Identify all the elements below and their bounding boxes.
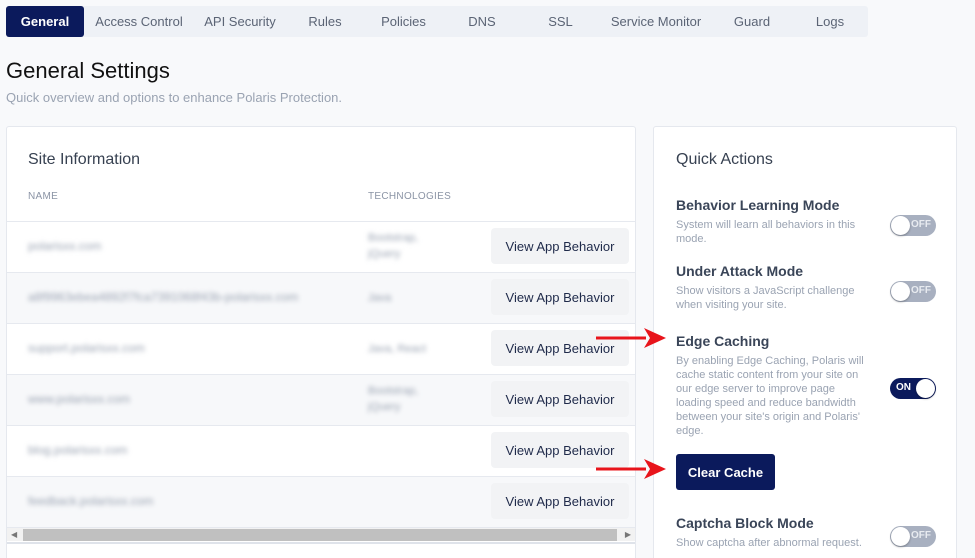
toggle-knob — [916, 379, 935, 398]
toggle-knob — [891, 282, 910, 301]
view-app-behavior-button[interactable]: View App Behavior — [491, 483, 629, 519]
setting-name: Behavior Learning Mode — [676, 197, 840, 213]
table-row: www.polarisxx.com Bootstrap, jQuery View… — [7, 374, 635, 425]
toggle-state-label: OFF — [911, 530, 931, 541]
quick-actions-card: Quick Actions Behavior Learning Mode Sys… — [653, 126, 957, 558]
tab-general[interactable]: General — [6, 6, 84, 37]
table-row: polarisxx.com Bootstrap, jQuery View App… — [7, 221, 635, 272]
tab-policies[interactable]: Policies — [364, 6, 443, 37]
setting-description: Show captcha after abnormal request. — [676, 537, 862, 549]
tab-dns[interactable]: DNS — [443, 6, 521, 37]
tab-guard[interactable]: Guard — [712, 6, 792, 37]
horizontal-scrollbar[interactable]: ◀ ▶ — [7, 527, 635, 541]
setting-description: By enabling Edge Caching, Polaris will c… — [676, 355, 864, 437]
site-name: polarisxx.com — [28, 239, 102, 253]
site-technologies: Bootstrap, jQuery — [368, 385, 419, 413]
page-subtitle: Quick overview and options to enhance Po… — [6, 90, 343, 105]
toggle-state-label: OFF — [911, 285, 931, 296]
toggle-knob — [891, 216, 910, 235]
view-app-behavior-button[interactable]: View App Behavior — [491, 279, 629, 315]
column-header-technologies: TECHNOLOGIES — [368, 191, 452, 202]
site-name: a8f9963ebea4892f7fca7391068f43b-polarisx… — [28, 290, 299, 304]
site-information-title: Site Information — [28, 151, 141, 168]
setting-description: System will learn all behaviors in this … — [676, 219, 856, 245]
tab-rules[interactable]: Rules — [286, 6, 364, 37]
site-name: feedback.polarisxx.com — [28, 494, 154, 508]
divider — [7, 542, 635, 544]
quick-actions-title: Quick Actions — [676, 151, 773, 168]
setting-description: Show visitors a JavaScript challenge whe… — [676, 285, 855, 311]
table-row: a8f9963ebea4892f7fca7391068f43b-polarisx… — [7, 272, 635, 323]
page-title: General Settings — [6, 58, 170, 83]
site-name: blog.polarisxx.com — [28, 443, 128, 457]
setting-name: Under Attack Mode — [676, 263, 804, 279]
scroll-right-arrow-icon[interactable]: ▶ — [625, 530, 631, 539]
site-technologies: Java — [368, 292, 392, 304]
tab-access-control[interactable]: Access Control — [84, 6, 194, 37]
column-header-name: NAME — [28, 191, 59, 202]
behavior-learning-toggle[interactable]: OFF — [890, 215, 936, 236]
toggle-state-label: OFF — [911, 219, 931, 230]
tab-logs[interactable]: Logs — [792, 6, 868, 37]
toggle-state-label: ON — [896, 382, 911, 393]
site-technologies: Bootstrap, jQuery — [368, 232, 419, 260]
setting-name: Edge Caching — [676, 333, 770, 349]
tab-api-security[interactable]: API Security — [194, 6, 286, 37]
annotation-arrow-icon — [596, 328, 666, 348]
tab-service-monitor[interactable]: Service Monitor — [600, 6, 712, 37]
scrollbar-thumb[interactable] — [23, 529, 617, 541]
edge-caching-toggle[interactable]: ON — [890, 378, 936, 399]
site-name: www.polarisxx.com — [28, 392, 131, 406]
view-app-behavior-button[interactable]: View App Behavior — [491, 228, 629, 264]
captcha-block-toggle[interactable]: OFF — [890, 526, 936, 547]
clear-cache-button[interactable]: Clear Cache — [676, 454, 775, 490]
site-table-body: polarisxx.com Bootstrap, jQuery View App… — [7, 221, 635, 527]
site-name: support.polarisxx.com — [28, 341, 145, 355]
tab-bar: General Access Control API Security Rule… — [6, 6, 868, 37]
annotation-arrow-icon — [596, 459, 666, 479]
view-app-behavior-button[interactable]: View App Behavior — [491, 381, 629, 417]
site-technologies: Java, React — [368, 343, 427, 355]
scroll-left-arrow-icon[interactable]: ◀ — [11, 530, 17, 539]
toggle-knob — [891, 527, 910, 546]
tab-ssl[interactable]: SSL — [521, 6, 600, 37]
table-row: feedback.polarisxx.com View App Behavior — [7, 476, 635, 527]
site-information-card: Site Information NAME TECHNOLOGIES polar… — [6, 126, 636, 558]
table-row: blog.polarisxx.com View App Behavior — [7, 425, 635, 476]
table-row: support.polarisxx.com Java, React View A… — [7, 323, 635, 374]
under-attack-toggle[interactable]: OFF — [890, 281, 936, 302]
